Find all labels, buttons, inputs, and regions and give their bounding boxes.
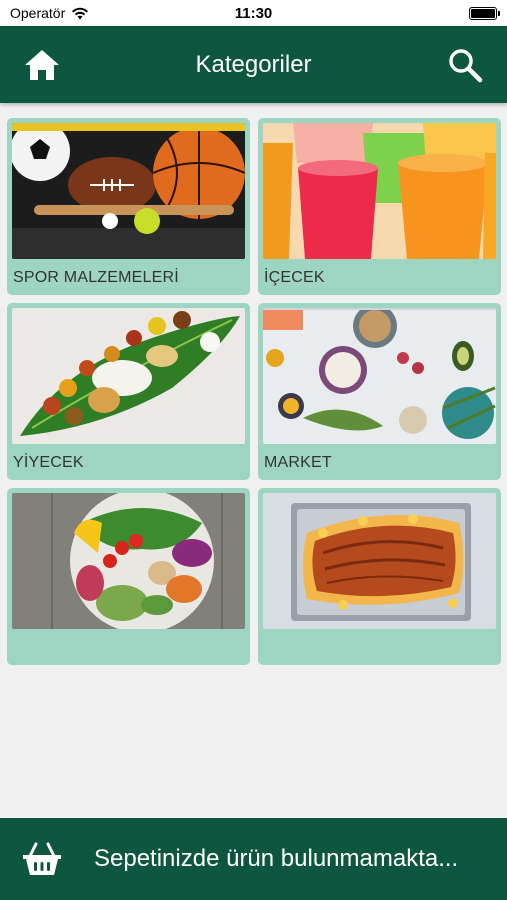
category-card-drinks[interactable]: İÇECEK — [258, 118, 501, 295]
status-bar: Operatör 11:30 — [0, 0, 507, 26]
battery-icon — [469, 6, 500, 20]
category-label — [12, 629, 245, 665]
status-left: Operatör — [10, 5, 89, 21]
carrier-label: Operatör — [10, 5, 66, 21]
category-label: SPOR MALZEMELERİ — [13, 269, 179, 286]
category-card-fish[interactable] — [258, 488, 501, 665]
category-card-sports[interactable]: SPOR MALZEMELERİ — [7, 118, 250, 295]
salad-bowl-photo — [12, 493, 245, 629]
sports-equipment-photo — [12, 123, 245, 259]
home-icon — [25, 49, 59, 80]
app-header: Kategoriler — [0, 26, 507, 103]
category-card-salad[interactable] — [7, 488, 250, 665]
category-label: İÇECEK — [264, 269, 325, 286]
wifi-icon — [72, 7, 89, 19]
search-button[interactable] — [445, 45, 485, 85]
category-label: YİYECEK — [13, 454, 84, 471]
cart-bar[interactable]: Sepetinizde ürün bulunmamakta... — [0, 818, 507, 900]
category-card-food[interactable]: YİYECEK — [7, 303, 250, 480]
baked-fish-photo — [263, 493, 496, 629]
category-label — [263, 629, 496, 665]
home-button[interactable] — [22, 45, 62, 85]
drinks-photo — [263, 123, 496, 259]
category-grid: SPOR MALZEMELERİ İÇECEK YİYECEK MARKET — [7, 118, 501, 665]
basket-icon — [23, 842, 61, 875]
category-label: MARKET — [264, 454, 332, 471]
search-icon — [449, 48, 483, 82]
cart-status-text: Sepetinizde ürün bulunmamakta... — [94, 845, 459, 872]
category-card-market[interactable]: MARKET — [258, 303, 501, 480]
groceries-photo — [263, 308, 496, 444]
page-title: Kategoriler — [195, 50, 312, 78]
food-platter-photo — [12, 308, 245, 444]
